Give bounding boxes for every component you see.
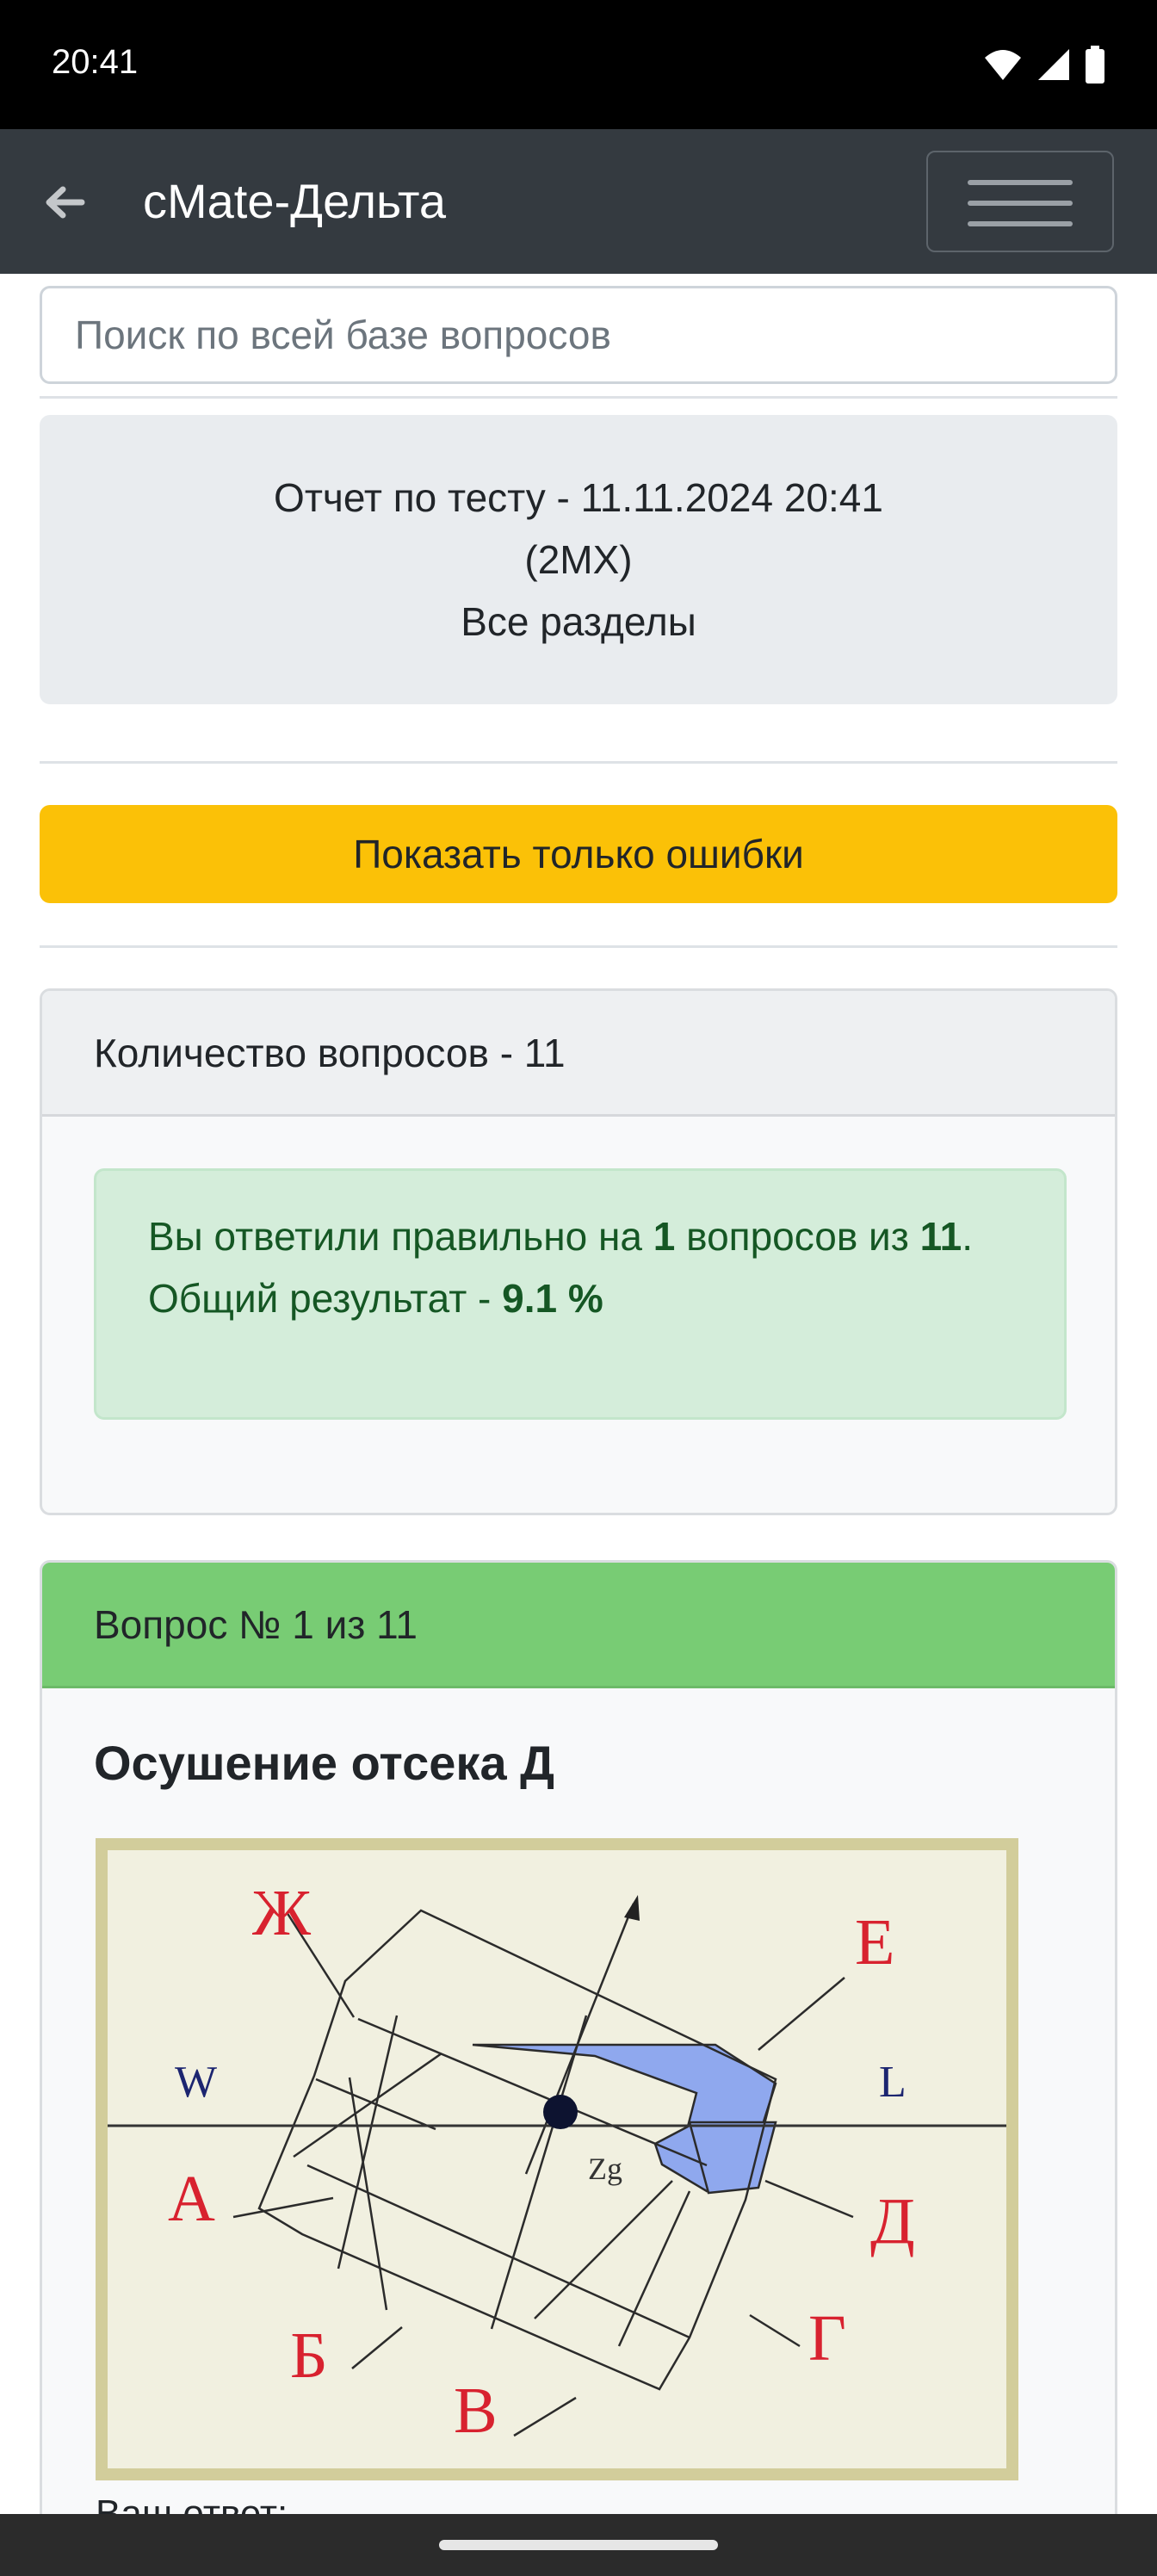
ship-compartment-diagram: Ж Е W L А Zg Д Б Г В [96, 1838, 1018, 2480]
center-of-gravity-point [543, 2095, 578, 2129]
figure-label-a: А [168, 2163, 215, 2235]
figure-label-g: Г [808, 2302, 846, 2375]
back-button[interactable] [34, 172, 95, 232]
figure-label-v: В [454, 2375, 498, 2447]
question-figure: Ж Е W L А Zg Д Б Г В [96, 1838, 1018, 2480]
divider [40, 761, 1117, 764]
figure-label-zh: Ж [252, 1877, 312, 1949]
hamburger-icon-line [968, 180, 1073, 185]
status-time: 20:41 [52, 43, 139, 81]
report-panel: Отчет по тесту - 11.11.2024 20:41 (2MX) … [40, 415, 1117, 704]
question-card-header: Вопрос № 1 из 11 [42, 1563, 1115, 1688]
result-label: Общий результат - [148, 1276, 503, 1321]
report-sections: Все разделы [461, 599, 696, 644]
result-text: Вы ответили правильно на [148, 1214, 653, 1259]
status-bar: 20:41 [0, 0, 1157, 129]
figure-label-b: Б [290, 2319, 328, 2392]
divider [40, 945, 1117, 948]
menu-toggle-button[interactable] [926, 151, 1114, 252]
main-content: Отчет по тесту - 11.11.2024 20:41 (2MX) … [0, 274, 1157, 2514]
app-bar: сMate-Дельта [0, 129, 1157, 274]
result-percent: 9.1 % [502, 1276, 603, 1321]
summary-card-header: Количество вопросов - 11 [42, 991, 1115, 1117]
wifi-icon [985, 50, 1021, 80]
figure-label-w: W [175, 2058, 217, 2107]
result-alert: Вы ответили правильно на 1 вопросов из 1… [94, 1168, 1067, 1420]
figure-label-l: L [879, 2058, 906, 2107]
divider [40, 396, 1117, 399]
result-text: вопросов из [675, 1214, 920, 1259]
total-count: 11 [919, 1214, 962, 1259]
hamburger-icon-line [968, 201, 1073, 206]
figure-label-d: Д [870, 2185, 915, 2257]
summary-card: Количество вопросов - 11 Вы ответили пра… [40, 988, 1117, 1515]
signal-icon [1038, 49, 1069, 80]
gesture-handle[interactable] [439, 2540, 718, 2550]
hamburger-icon-line [968, 221, 1073, 226]
show-errors-button[interactable]: Показать только ошибки [40, 805, 1117, 903]
arrow-left-icon [46, 186, 85, 219]
status-icons [983, 43, 1105, 86]
result-text: . [962, 1214, 974, 1259]
report-title: Отчет по тесту - 11.11.2024 20:41 [274, 475, 883, 520]
figure-label-zg: Zg [588, 2152, 622, 2186]
question-card: Вопрос № 1 из 11 Осушение отсека Д Ж Е W… [40, 1560, 1117, 2514]
your-answer-label: Ваш ответ: [96, 2492, 288, 2514]
correct-count: 1 [653, 1214, 676, 1259]
figure-label-e: Е [855, 1906, 894, 1978]
app-title: сMate-Дельта [143, 174, 446, 228]
search-input[interactable] [40, 286, 1117, 384]
report-code: (2MX) [524, 537, 633, 582]
battery-icon [1086, 46, 1104, 84]
question-title: Осушение отсека Д [94, 1736, 555, 1790]
